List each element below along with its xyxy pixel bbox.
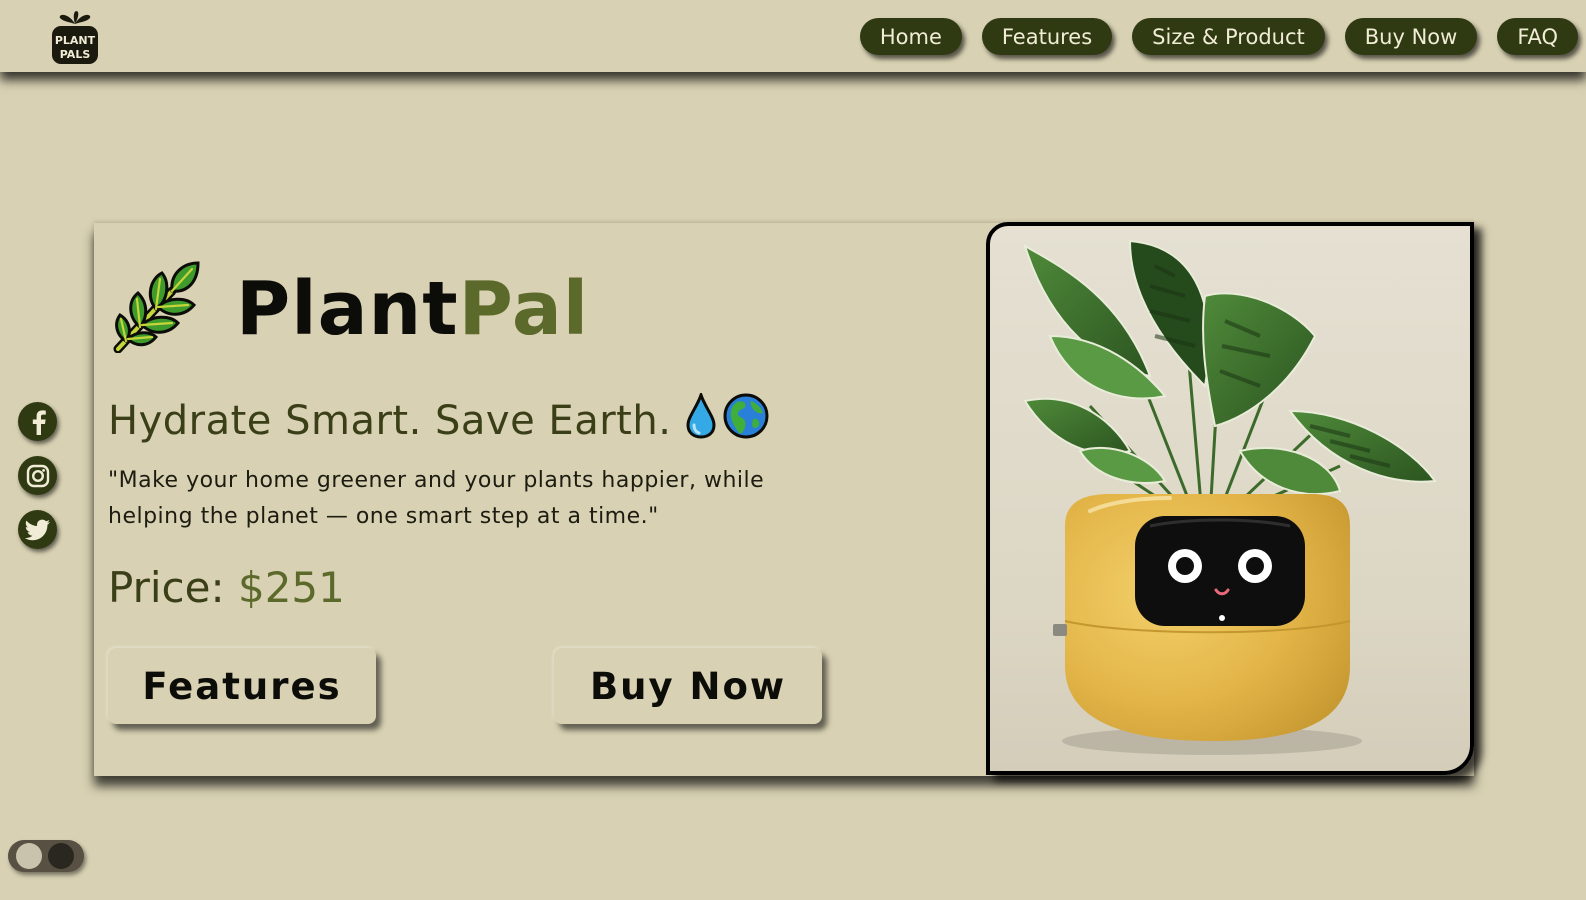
price: Price: $251 [108, 563, 345, 612]
plant-pot-product-image [1023, 239, 1437, 755]
hero-quote: "Make your home greener and your plants … [108, 463, 788, 535]
dark-mode-knob [48, 843, 74, 869]
buy-now-button[interactable]: Buy Now [554, 648, 822, 724]
nav-buy-now[interactable]: Buy Now [1344, 18, 1478, 55]
theme-toggle[interactable] [8, 840, 84, 872]
price-value: $251 [237, 563, 345, 612]
site-header: PLANT PALS Home Features Size & Product … [0, 0, 1586, 72]
nav-size-product[interactable]: Size & Product [1132, 18, 1325, 55]
logo-text-line1: PLANT [55, 34, 96, 47]
quote-line-2: helping the planet — one smart step at a… [108, 504, 659, 529]
hero-card: PlantPal Hydrate Smart. Save Earth. "Mak… [94, 222, 1474, 776]
brand-title: PlantPal [236, 266, 589, 352]
price-label: Price: [108, 563, 225, 612]
light-mode-knob [16, 843, 42, 869]
nav-features[interactable]: Features [981, 18, 1113, 55]
logo-text-line2: PALS [60, 48, 91, 61]
brand-prefix: Plant [236, 266, 459, 352]
nav-home[interactable]: Home [859, 18, 962, 55]
features-button[interactable]: Features [108, 648, 376, 724]
social-links [18, 402, 57, 549]
brand-row: PlantPal [112, 261, 589, 357]
globe-icon [723, 393, 769, 449]
tagline-text: Hydrate Smart. Save Earth. [108, 398, 672, 444]
leaf-icon [112, 261, 202, 357]
nav-faq[interactable]: FAQ [1497, 18, 1578, 55]
tagline: Hydrate Smart. Save Earth. [108, 390, 769, 449]
quote-line-1: "Make your home greener and your plants … [108, 468, 765, 493]
logo[interactable]: PLANT PALS [50, 8, 100, 64]
instagram-icon[interactable] [18, 456, 57, 495]
main-nav: Home Features Size & Product Buy Now FAQ [859, 18, 1578, 55]
water-drop-icon [685, 390, 717, 449]
twitter-icon[interactable] [18, 510, 57, 549]
facebook-icon[interactable] [18, 402, 57, 441]
brand-suffix: Pal [458, 266, 590, 352]
product-image [986, 222, 1474, 775]
